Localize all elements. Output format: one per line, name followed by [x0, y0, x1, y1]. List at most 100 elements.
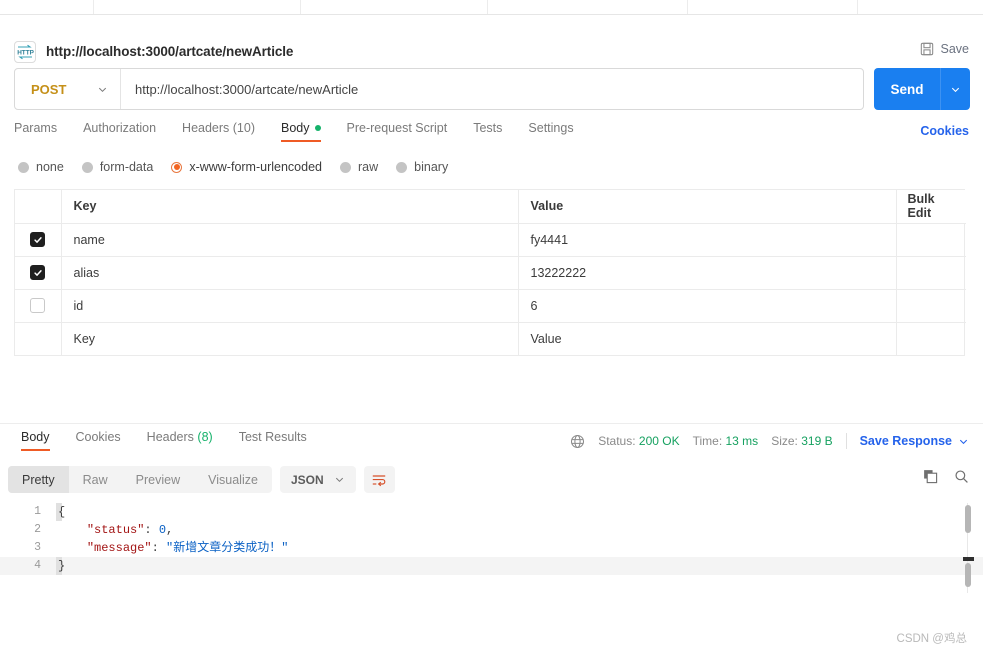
- body-type-none[interactable]: none: [18, 160, 64, 174]
- url-input[interactable]: [121, 69, 863, 109]
- tab-divider: [93, 0, 94, 14]
- response-tabs: Body Cookies Headers (8) Test Results: [8, 430, 320, 453]
- tab-label: Body: [281, 121, 310, 135]
- body-type-x-www-form-urlencoded[interactable]: x-www-form-urlencoded: [171, 160, 322, 174]
- tab-settings[interactable]: Settings: [515, 121, 586, 144]
- bulk-edit-button[interactable]: Bulk Edit: [896, 190, 966, 224]
- row-checkbox-cell: [15, 289, 62, 323]
- tab-body[interactable]: Body: [268, 121, 334, 144]
- tab-divider: [857, 0, 858, 14]
- time-label: Time:: [692, 434, 723, 448]
- tab-params[interactable]: Params: [14, 121, 70, 144]
- response-scrollbar[interactable]: [963, 503, 974, 593]
- row-extra: [896, 322, 966, 355]
- row-extra: [896, 256, 966, 290]
- row-key[interactable]: alias: [61, 256, 519, 290]
- tab-tests[interactable]: Tests: [460, 121, 515, 144]
- body-type-label: form-data: [99, 160, 154, 174]
- tab-label: Cookies: [75, 430, 121, 444]
- save-response-button[interactable]: Save Response: [860, 434, 969, 448]
- globe-icon: [571, 434, 585, 448]
- tab-authorization[interactable]: Authorization: [70, 121, 169, 144]
- response-tab-body[interactable]: Body: [8, 430, 63, 453]
- floppy-disk-icon: [920, 42, 933, 56]
- row-extra: [896, 223, 966, 257]
- scrollbar-thumb[interactable]: [965, 505, 971, 533]
- response-tab-cookies[interactable]: Cookies: [63, 430, 134, 453]
- tab-label: Headers: [146, 430, 198, 444]
- body-type-raw[interactable]: raw: [340, 160, 378, 174]
- row-key[interactable]: name: [61, 223, 519, 257]
- response-tab-headers[interactable]: Headers (8): [134, 430, 226, 453]
- new-row-key-input[interactable]: Key: [61, 322, 519, 355]
- response-separator: [0, 423, 983, 424]
- tab-label: Settings: [528, 121, 574, 135]
- method-select[interactable]: POST: [15, 69, 121, 109]
- size-label: Size:: [771, 434, 798, 448]
- size-value: 319 B: [801, 434, 833, 448]
- copy-icon[interactable]: [923, 469, 938, 484]
- table-row: id 6: [15, 289, 966, 323]
- check-icon: [34, 269, 42, 276]
- body-type-label: raw: [358, 160, 379, 174]
- row-extra: [896, 289, 966, 323]
- row-key[interactable]: id: [61, 289, 519, 323]
- code-line: "message": "新增文章分类成功！": [86, 541, 289, 555]
- search-icon[interactable]: [954, 469, 969, 484]
- tab-label: Tests: [473, 121, 503, 135]
- save-button-label: Save: [940, 42, 970, 56]
- scrollbar-marker: [963, 557, 974, 561]
- request-tabs: Params Authorization Headers (10) Body P…: [14, 121, 969, 149]
- save-button[interactable]: Save: [920, 42, 970, 56]
- view-mode-preview[interactable]: Preview: [122, 466, 194, 493]
- send-button[interactable]: Send: [874, 68, 940, 110]
- row-value[interactable]: 6: [518, 289, 897, 323]
- svg-text:HTTP: HTTP: [17, 50, 34, 57]
- view-mode-pretty[interactable]: Pretty: [8, 466, 69, 493]
- body-type-binary[interactable]: binary: [396, 160, 448, 174]
- send-options-button[interactable]: [940, 68, 970, 110]
- view-mode-raw[interactable]: Raw: [69, 466, 122, 493]
- body-type-label: binary: [414, 160, 449, 174]
- scrollbar-thumb[interactable]: [965, 563, 971, 587]
- table-header-value: Value: [518, 190, 897, 224]
- response-actions: [923, 469, 969, 484]
- word-wrap-icon: [372, 474, 386, 486]
- row-checkbox[interactable]: [30, 232, 46, 247]
- row-checkbox-cell: [15, 256, 62, 290]
- table-header-key: Key: [61, 190, 519, 224]
- body-type-label: x-www-form-urlencoded: [189, 160, 322, 174]
- new-row-value-input[interactable]: Value: [518, 322, 897, 355]
- response-body-viewer[interactable]: 1 2 3 4 { "status": 0, "message": "新增文章分…: [0, 503, 983, 593]
- line-number: 4: [34, 559, 41, 572]
- code-line: "status": 0,: [86, 523, 174, 537]
- row-checkbox[interactable]: [30, 265, 46, 280]
- window-tab-strip[interactable]: [0, 0, 983, 15]
- row-checkbox[interactable]: [30, 298, 46, 313]
- time-group: Time: 13 ms: [693, 434, 759, 448]
- http-icon: HTTP: [14, 41, 36, 63]
- status-label: Status:: [598, 434, 636, 448]
- check-icon: [34, 236, 42, 243]
- row-checkbox-cell: [15, 322, 62, 355]
- radio-icon: [18, 161, 29, 173]
- response-format-select[interactable]: JSON: [279, 466, 356, 493]
- view-mode-visualize[interactable]: Visualize: [194, 466, 272, 493]
- chevron-down-icon: [951, 87, 960, 92]
- row-value[interactable]: fy4441: [518, 223, 897, 257]
- tab-pre-request-script[interactable]: Pre-request Script: [334, 121, 461, 144]
- url-bar: POST: [14, 68, 864, 110]
- line-number: 3: [34, 541, 41, 554]
- word-wrap-button[interactable]: [363, 466, 395, 493]
- tab-headers[interactable]: Headers (10): [169, 121, 268, 144]
- send-button-group[interactable]: Send: [874, 68, 970, 110]
- response-tab-test-results[interactable]: Test Results: [226, 430, 320, 453]
- tab-label: Body: [21, 430, 50, 444]
- body-type-form-data[interactable]: form-data: [81, 160, 154, 174]
- cookies-link[interactable]: Cookies: [920, 124, 969, 138]
- headers-count: (8): [197, 430, 213, 444]
- tab-label: Pre-request Script: [346, 121, 448, 135]
- row-value[interactable]: 13222222: [518, 256, 897, 290]
- tab-label: Test Results: [238, 430, 307, 444]
- size-group: Size: 319 B: [771, 434, 832, 448]
